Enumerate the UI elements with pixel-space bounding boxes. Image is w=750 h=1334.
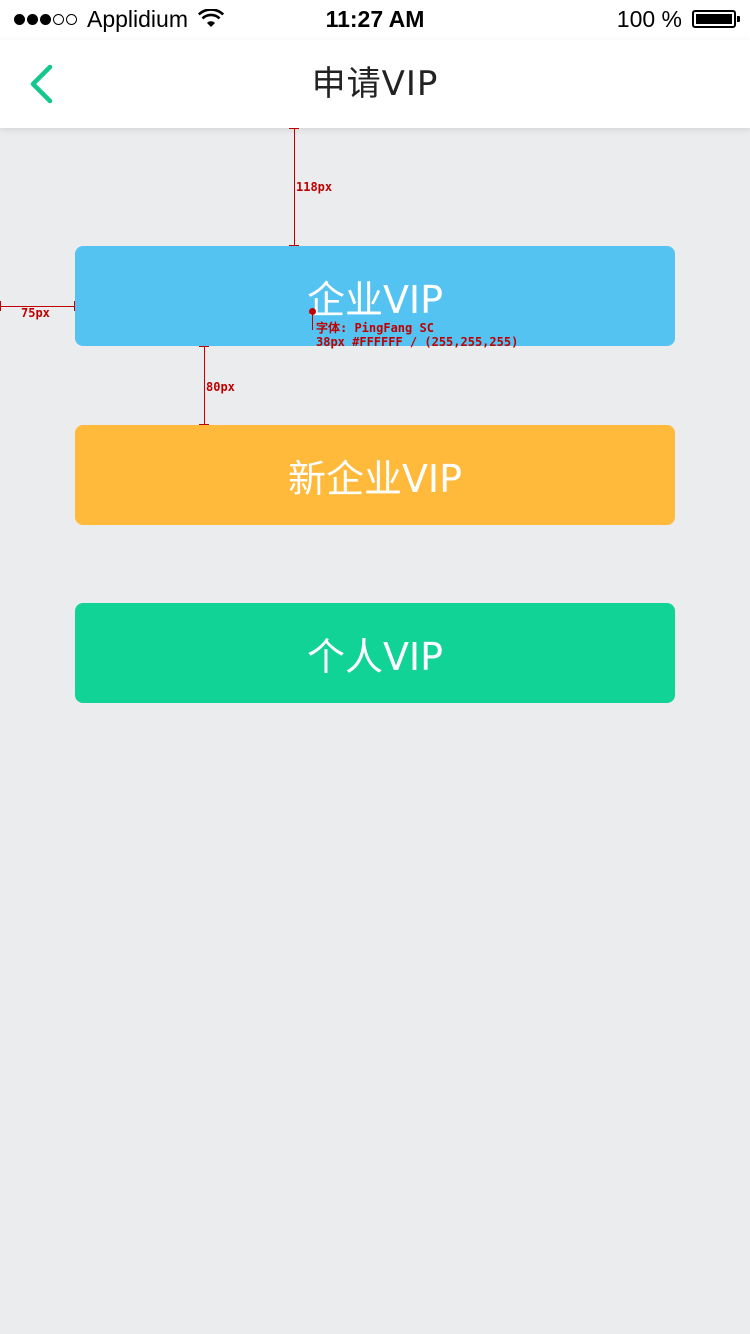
middle-gap-label: 80px (206, 380, 235, 394)
top-gap-line (294, 128, 295, 246)
battery-percentage: 100 % (616, 5, 682, 32)
font-spec-pointer (312, 312, 313, 330)
left-gap-tick-left (0, 301, 1, 311)
font-spec-line2: 38px #FFFFFF / (255,255,255) (316, 335, 519, 349)
top-gap-label: 118px (296, 180, 333, 194)
personal-vip-button[interactable]: 个人VIP (75, 603, 675, 703)
navigation-bar: 申请VIP (0, 40, 750, 128)
status-right: 100 % (616, 4, 740, 34)
top-gap-tick-top (289, 128, 299, 129)
font-spec-line1: 字体: PingFang SC (316, 321, 434, 335)
top-gap-tick-bottom (289, 245, 299, 246)
middle-gap-line (204, 346, 205, 425)
new-enterprise-vip-button[interactable]: 新企业VIP (75, 425, 675, 525)
personal-vip-label: 个人VIP (306, 634, 444, 679)
status-bar: Applidium 11:27 AM 100 % (0, 0, 750, 40)
left-gap-label: 75px (21, 306, 50, 320)
middle-gap-tick-bottom (199, 424, 209, 425)
enterprise-vip-label: 企业VIP (306, 277, 444, 322)
middle-gap-tick-top (199, 346, 209, 347)
left-gap-tick-right (74, 301, 75, 311)
battery-icon (692, 10, 740, 28)
new-enterprise-vip-label: 新企业VIP (287, 456, 463, 501)
page-title: 申请VIP (311, 64, 439, 104)
